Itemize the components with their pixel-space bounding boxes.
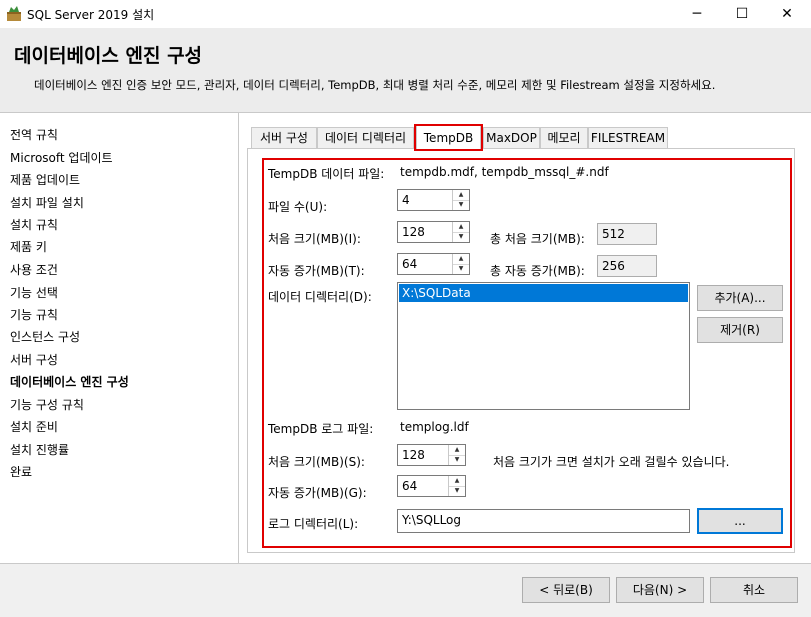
initial-size-value: 128	[402, 225, 425, 239]
tab-maxdop[interactable]: MaxDOP	[483, 127, 540, 148]
log-size-warning: 처음 크기가 크면 설치가 오래 걸릴수 있습니다.	[493, 455, 730, 469]
minimize-button[interactable]: ─	[674, 0, 720, 28]
file-count-label: 파일 수(U):	[268, 200, 328, 214]
file-count-value: 4	[402, 193, 410, 207]
autogrowth-spinner[interactable]: 64 ▲ ▼	[397, 253, 470, 275]
nav-item-installation-progress[interactable]: 설치 진행률	[10, 441, 69, 458]
nav-item-product-key[interactable]: 제품 키	[10, 238, 47, 255]
nav-divider	[238, 113, 239, 563]
log-autogrowth-spinner[interactable]: 64 ▲ ▼	[397, 475, 466, 497]
tab-server-configuration[interactable]: 서버 구성	[251, 127, 317, 148]
maximize-button[interactable]: ☐	[719, 0, 765, 28]
nav-item-database-engine-configuration[interactable]: 데이터베이스 엔진 구성	[10, 373, 129, 390]
cancel-button[interactable]: 취소	[710, 577, 798, 603]
autogrowth-value: 64	[402, 257, 418, 271]
spinner-arrows: ▲ ▼	[452, 222, 469, 242]
page-header: 데이터베이스 엔진 구성 데이터베이스 엔진 인증 보안 모드, 관리자, 데이…	[0, 28, 811, 113]
nav-item-global-rules[interactable]: 전역 규칙	[10, 126, 58, 143]
spin-down-icon[interactable]: ▼	[449, 486, 465, 496]
log-autogrowth-label: 자동 증가(MB)(G):	[268, 486, 367, 500]
back-button[interactable]: < 뒤로(B)	[522, 577, 610, 603]
log-initial-size-spinner[interactable]: 128 ▲ ▼	[397, 444, 466, 466]
nav-item-instance-configuration[interactable]: 인스턴스 구성	[10, 328, 80, 345]
nav-item-microsoft-update[interactable]: Microsoft 업데이트	[10, 149, 113, 166]
tempdb-log-file-label: TempDB 로그 파일:	[268, 422, 374, 436]
browse-log-directory-button[interactable]: ...	[697, 508, 783, 534]
total-autogrowth-label: 총 자동 증가(MB):	[490, 264, 585, 278]
data-directory-label: 데이터 디렉터리(D):	[268, 290, 372, 304]
spin-down-icon[interactable]: ▼	[453, 232, 469, 242]
spin-down-icon[interactable]: ▼	[453, 200, 469, 210]
tab-data-directories[interactable]: 데이터 디렉터리	[317, 127, 414, 148]
spin-down-icon[interactable]: ▼	[449, 455, 465, 465]
window-title: SQL Server 2019 설치	[27, 8, 155, 22]
initial-size-label: 처음 크기(MB)(I):	[268, 232, 361, 246]
nav-item-product-updates[interactable]: 제품 업데이트	[10, 171, 80, 188]
sql-server-setup-icon	[7, 6, 21, 21]
log-directory-label: 로그 디렉터리(L):	[268, 517, 359, 531]
nav-item-feature-rules[interactable]: 기능 규칙	[10, 306, 58, 323]
next-button[interactable]: 다음(N) >	[616, 577, 704, 603]
add-directory-button[interactable]: 추가(A)...	[697, 285, 783, 311]
tempdb-data-files-value: tempdb.mdf, tempdb_mssql_#.ndf	[400, 165, 609, 179]
nav-item-complete[interactable]: 완료	[10, 463, 32, 480]
nav-item-ready-to-install[interactable]: 설치 준비	[10, 418, 58, 435]
nav-item-feature-selection[interactable]: 기능 선택	[10, 284, 58, 301]
initial-size-spinner[interactable]: 128 ▲ ▼	[397, 221, 470, 243]
tab-filestream[interactable]: FILESTREAM	[588, 127, 668, 148]
data-directory-list[interactable]: X:\SQLData	[397, 282, 690, 410]
page-title: 데이터베이스 엔진 구성	[14, 45, 203, 67]
step-navigation: 전역 규칙 Microsoft 업데이트 제품 업데이트 설치 파일 설치 설치…	[0, 113, 238, 563]
nav-item-license-terms[interactable]: 사용 조건	[10, 261, 58, 278]
total-initial-size-field: 512	[597, 223, 657, 245]
page-description: 데이터베이스 엔진 인증 보안 모드, 관리자, 데이터 디렉터리, TempD…	[34, 78, 716, 92]
nav-item-server-configuration[interactable]: 서버 구성	[10, 351, 58, 368]
spinner-arrows: ▲ ▼	[452, 190, 469, 210]
close-button[interactable]: ✕	[764, 0, 810, 28]
log-initial-size-value: 128	[402, 448, 425, 462]
log-autogrowth-value: 64	[402, 479, 418, 493]
total-initial-size-label: 총 처음 크기(MB):	[490, 232, 585, 246]
file-count-spinner[interactable]: 4 ▲ ▼	[397, 189, 470, 211]
nav-item-install-setup-files[interactable]: 설치 파일 설치	[10, 194, 84, 211]
spin-down-icon[interactable]: ▼	[453, 264, 469, 274]
nav-item-feature-configuration-rules[interactable]: 기능 구성 규칙	[10, 396, 84, 413]
tab-highlight-box	[414, 124, 483, 151]
spinner-arrows: ▲ ▼	[452, 254, 469, 274]
tempdb-data-files-label: TempDB 데이터 파일:	[268, 167, 385, 181]
list-item[interactable]: X:\SQLData	[399, 284, 688, 302]
spinner-arrows: ▲ ▼	[448, 476, 465, 496]
log-initial-size-label: 처음 크기(MB)(S):	[268, 455, 365, 469]
title-bar: SQL Server 2019 설치 ─ ☐ ✕	[0, 0, 811, 28]
log-directory-input[interactable]: Y:\SQLLog	[397, 509, 690, 533]
total-autogrowth-field: 256	[597, 255, 657, 277]
remove-directory-button[interactable]: 제거(R)	[697, 317, 783, 343]
autogrowth-label: 자동 증가(MB)(T):	[268, 264, 365, 278]
tempdb-log-file-value: templog.ldf	[400, 420, 469, 434]
nav-item-install-rules[interactable]: 설치 규칙	[10, 216, 58, 233]
tab-memory[interactable]: 메모리	[540, 127, 588, 148]
spinner-arrows: ▲ ▼	[448, 445, 465, 465]
